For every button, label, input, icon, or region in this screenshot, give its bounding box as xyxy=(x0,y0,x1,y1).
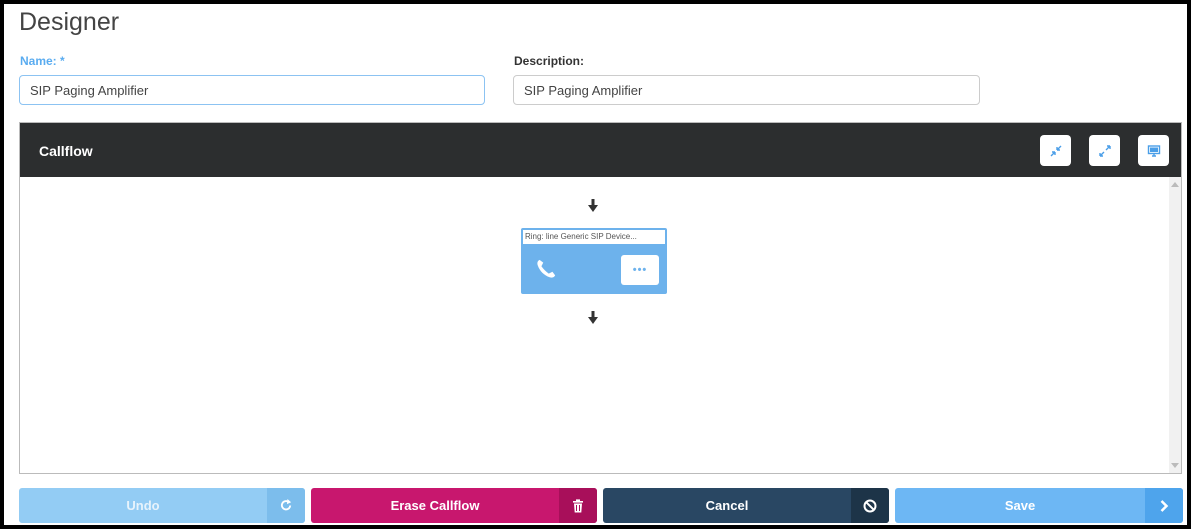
fullscreen-button[interactable] xyxy=(1138,135,1169,166)
cancel-label: Cancel xyxy=(705,498,749,513)
arrow-down-icon xyxy=(588,199,598,212)
name-field[interactable] xyxy=(19,75,485,105)
arrow-down-icon xyxy=(588,311,598,324)
scroll-down-icon[interactable] xyxy=(1171,463,1179,468)
erase-callflow-button[interactable]: Erase Callflow xyxy=(311,488,597,523)
designer-window: Designer Name: * Description: Callflow xyxy=(4,4,1187,525)
chevron-right-icon xyxy=(1145,488,1183,523)
trash-icon xyxy=(559,488,597,523)
save-button[interactable]: Save xyxy=(895,488,1183,523)
collapse-button[interactable] xyxy=(1040,135,1071,166)
vertical-scrollbar[interactable] xyxy=(1169,177,1181,473)
node-label: Ring: line Generic SIP Device... xyxy=(523,230,665,244)
ban-icon xyxy=(851,488,889,523)
description-label: Description: xyxy=(514,54,585,68)
phone-icon xyxy=(537,259,556,278)
scroll-up-icon[interactable] xyxy=(1171,182,1179,187)
callflow-canvas[interactable]: Ring: line Generic SIP Device... ••• xyxy=(20,177,1181,473)
erase-label: Erase Callflow xyxy=(390,498,480,513)
node-more-button[interactable]: ••• xyxy=(621,255,659,285)
monitor-icon xyxy=(1147,144,1160,157)
cancel-button[interactable]: Cancel xyxy=(603,488,889,523)
callflow-header: Callflow xyxy=(20,123,1181,177)
name-label: Name: * xyxy=(20,54,65,68)
expand-button[interactable] xyxy=(1089,135,1120,166)
page-title: Designer xyxy=(19,8,120,36)
undo-label: Undo xyxy=(126,498,160,513)
collapse-icon xyxy=(1050,145,1061,156)
expand-icon xyxy=(1098,144,1111,157)
description-field[interactable] xyxy=(513,75,980,105)
callflow-title: Callflow xyxy=(39,143,93,159)
ring-node[interactable]: Ring: line Generic SIP Device... ••• xyxy=(521,228,667,294)
redo-icon xyxy=(267,488,305,523)
callflow-panel: Callflow Ring: line Generic SIP Device..… xyxy=(19,122,1182,474)
undo-button[interactable]: Undo xyxy=(19,488,305,523)
save-label: Save xyxy=(1004,498,1036,513)
